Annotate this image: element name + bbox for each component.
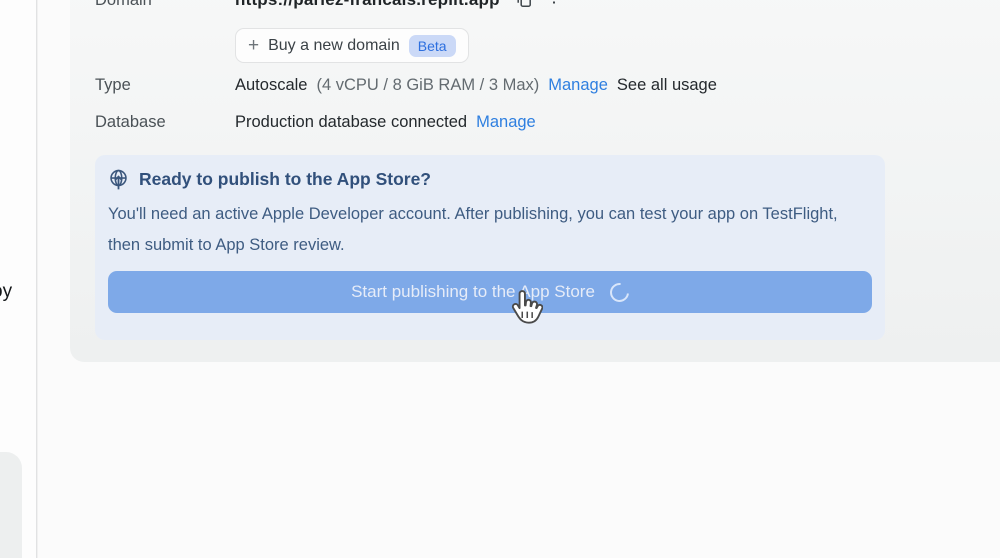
domain-url[interactable]: https://parlez-francais.replit.app bbox=[235, 0, 500, 10]
domain-row: Domain https://parlez-francais.replit.ap… bbox=[95, 0, 568, 10]
deployment-panel: Domain https://parlez-francais.replit.ap… bbox=[70, 0, 1000, 362]
plus-icon: + bbox=[248, 36, 259, 55]
type-specs: (4 vCPU / 8 GiB RAM / 3 Max) bbox=[316, 76, 539, 95]
publish-card-title: Ready to publish to the App Store? bbox=[139, 169, 431, 190]
qr-code-icon[interactable] bbox=[552, 0, 568, 8]
publish-card-description: You'll need an active Apple Developer ac… bbox=[108, 199, 872, 261]
beta-badge: Beta bbox=[409, 35, 456, 57]
type-value: Autoscale bbox=[235, 76, 307, 95]
database-manage-link[interactable]: Manage bbox=[476, 113, 536, 132]
database-row: Database Production database connected M… bbox=[95, 113, 536, 132]
pane-divider[interactable] bbox=[36, 0, 37, 558]
buy-domain-button[interactable]: + Buy a new domain Beta bbox=[235, 28, 469, 63]
type-label: Type bbox=[95, 76, 235, 95]
copy-icon[interactable] bbox=[516, 0, 532, 8]
spinner-icon bbox=[606, 279, 633, 306]
database-status: Production database connected bbox=[235, 113, 467, 132]
buy-domain-label: Buy a new domain bbox=[268, 37, 400, 55]
deployment-content: Domain https://parlez-francais.replit.ap… bbox=[95, 0, 885, 340]
start-publishing-button[interactable]: Start publishing to the App Store bbox=[108, 271, 872, 313]
publish-card-header: Ready to publish to the App Store? bbox=[108, 169, 872, 190]
sidebar-clipped-label: oy bbox=[0, 281, 12, 303]
see-all-usage-link[interactable]: See all usage bbox=[617, 76, 717, 95]
domain-label: Domain bbox=[95, 0, 235, 10]
left-sidebar: oy bbox=[0, 0, 36, 558]
database-label: Database bbox=[95, 113, 235, 132]
type-manage-link[interactable]: Manage bbox=[548, 76, 608, 95]
globe-arrow-icon bbox=[108, 169, 129, 190]
app-store-publish-card: Ready to publish to the App Store? You'l… bbox=[95, 155, 885, 340]
type-row: Type Autoscale (4 vCPU / 8 GiB RAM / 3 M… bbox=[95, 76, 717, 95]
sidebar-bottom-panel bbox=[0, 452, 22, 558]
start-publishing-label: Start publishing to the App Store bbox=[351, 282, 595, 302]
deployment-settings-screen: oy Domain https://parlez-francais.replit… bbox=[0, 0, 1000, 558]
